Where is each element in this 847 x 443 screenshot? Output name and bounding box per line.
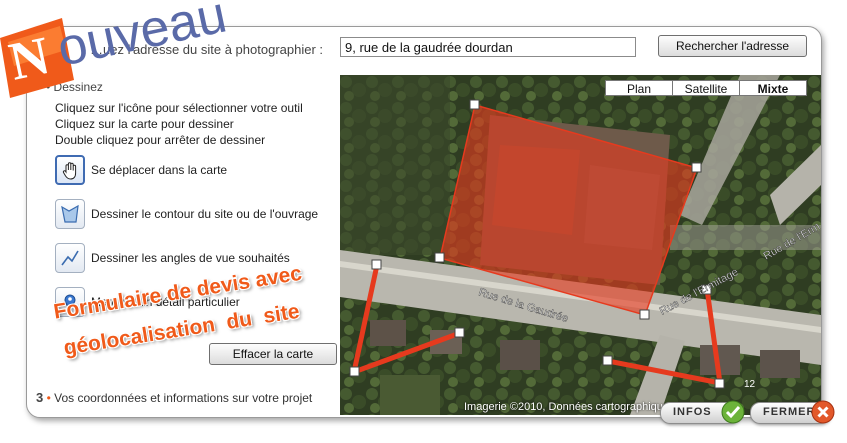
pan-tool-button[interactable] xyxy=(55,155,85,185)
nouveau-logo: N ouveau xyxy=(0,0,231,98)
clear-map-button[interactable]: Effacer la carte xyxy=(209,343,337,365)
polyline-tool-button[interactable] xyxy=(55,243,85,273)
map-type-tabs: Plan Satellite Mixte xyxy=(605,80,807,96)
search-address-button[interactable]: Rechercher l'adresse xyxy=(658,35,807,57)
check-icon xyxy=(721,400,745,424)
tab-plan[interactable]: Plan xyxy=(605,80,673,96)
svg-text:ouveau: ouveau xyxy=(52,0,231,78)
instruction-select-tool: Cliquez sur l'icône pour sélectionner vo… xyxy=(55,101,303,115)
tool-label-pan: Se déplacer dans la carte xyxy=(91,163,228,177)
tool-label-polygon: Dessiner le contour du site ou de l'ouvr… xyxy=(91,207,319,221)
map-credit: Imagerie ©2010, Données cartographiques xyxy=(464,401,675,413)
polyline-icon xyxy=(61,250,79,266)
tab-mixte[interactable]: Mixte xyxy=(739,80,807,96)
house-number-label: 12 xyxy=(744,379,756,390)
close-icon xyxy=(811,400,835,424)
next-step-link[interactable]: 3 • Vos coordonnées et informations sur … xyxy=(36,390,312,405)
satellite-map[interactable]: Rue de la Gaudrée Rue de l'Ermitage Rue … xyxy=(340,75,821,415)
polygon-icon xyxy=(61,204,79,223)
tool-label-polyline: Dessiner les angles de vue souhaités xyxy=(91,251,290,265)
close-button[interactable]: FERMER xyxy=(750,400,835,424)
instruction-double-click: Double cliquez pour arrêter de dessiner xyxy=(55,133,266,147)
map-imagery: Rue de la Gaudrée Rue de l'Ermitage Rue … xyxy=(340,75,821,415)
address-input[interactable] xyxy=(340,37,636,57)
polygon-tool-button[interactable] xyxy=(55,199,85,229)
hand-icon xyxy=(62,162,77,180)
tab-satellite[interactable]: Satellite xyxy=(672,80,740,96)
infos-button[interactable]: INFOS xyxy=(660,400,745,424)
instruction-click-map: Cliquez sur la carte pour dessiner xyxy=(55,117,234,131)
